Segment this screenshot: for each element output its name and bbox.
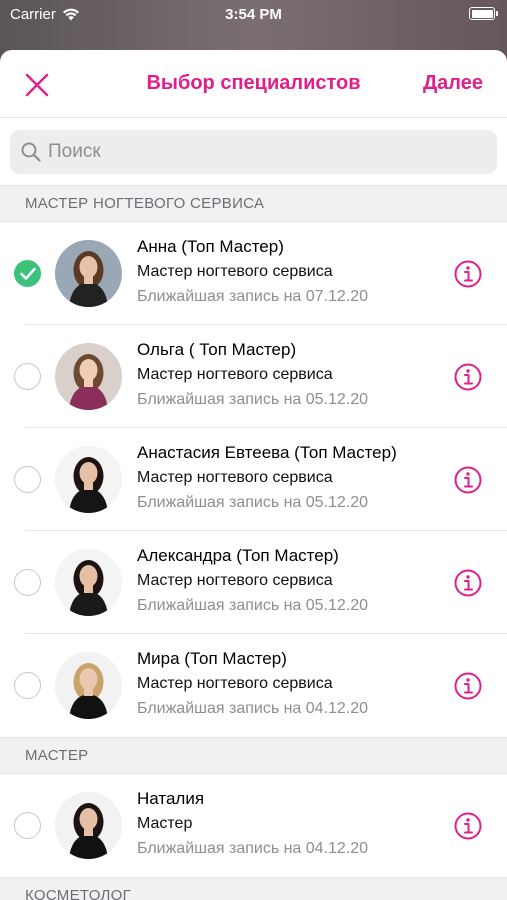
search-bar	[0, 118, 507, 185]
specialist-info: Ольга ( Топ Мастер) Мастер ногтевого серв…	[137, 339, 368, 411]
specialist-info: Наталия Мастер Ближайшая запись на 04.12.2…	[137, 788, 368, 860]
section-header: КОСМЕТОЛОГ	[0, 877, 507, 900]
specialist-row[interactable]: Анна (Топ Мастер) Мастер ногтевого сервис…	[0, 222, 507, 325]
info-icon	[454, 260, 482, 288]
battery-icon	[469, 7, 498, 20]
avatar	[55, 446, 122, 513]
next-appointment: Ближайшая запись на 04.12.20	[137, 700, 369, 717]
info-icon	[454, 466, 482, 494]
info-button[interactable]	[453, 465, 483, 495]
radio-unselected[interactable]	[14, 363, 41, 390]
info-button[interactable]	[453, 671, 483, 701]
next-appointment: Ближайшая запись на 05.12.20	[137, 494, 369, 511]
radio-unselected[interactable]	[14, 466, 41, 493]
specialist-name: Анна (Топ Мастер)	[137, 237, 284, 256]
specialist-row[interactable]: Мира (Топ Мастер) Мастер ногтевого сервис…	[0, 634, 507, 737]
radio-unselected[interactable]	[14, 569, 41, 596]
specialist-row[interactable]: Александра (Топ Мастер) Мастер ногтевого …	[0, 531, 507, 634]
avatar	[55, 343, 122, 410]
info-icon	[454, 569, 482, 597]
specialist-role: Мастер ногтевого сервиса	[137, 366, 333, 383]
specialist-role: Мастер ногтевого сервиса	[137, 263, 333, 280]
avatar	[55, 652, 122, 719]
info-button[interactable]	[453, 259, 483, 289]
next-appointment: Ближайшая запись на 04.12.20	[137, 840, 369, 857]
avatar	[55, 549, 122, 616]
specialist-info: Анна (Топ Мастер) Мастер ногтевого сервис…	[137, 236, 368, 308]
navigation-bar: Выбор специалистов Далее	[0, 50, 507, 118]
status-bar: Carrier 3:54 PM	[0, 0, 507, 30]
specialist-role: Мастер ногтевого сервиса	[137, 572, 333, 589]
status-time: 3:54 PM	[225, 6, 282, 23]
section-group: Наталия Мастер Ближайшая запись на 04.12.2…	[0, 774, 507, 877]
avatar	[55, 792, 122, 859]
specialist-info: Анастасия Евтеева (Топ Мастер) Мастер ног…	[137, 442, 397, 514]
specialist-name: Ольга ( Топ Мастер)	[137, 340, 297, 359]
next-appointment: Ближайшая запись на 07.12.20	[137, 288, 369, 305]
checkmark-icon	[20, 267, 36, 280]
next-appointment: Ближайшая запись на 05.12.20	[137, 391, 369, 408]
section-header: МАСТЕР НОГТЕВОГО СЕРВИСА	[0, 185, 507, 222]
checkmark-selected[interactable]	[14, 260, 41, 287]
section-header: МАСТЕР	[0, 737, 507, 774]
specialist-role: Мастер ногтевого сервиса	[137, 675, 333, 692]
info-button[interactable]	[453, 568, 483, 598]
specialist-role: Мастер ногтевого сервиса	[137, 469, 333, 486]
info-button[interactable]	[453, 811, 483, 841]
specialist-name: Наталия	[137, 789, 205, 808]
radio-unselected[interactable]	[14, 672, 41, 699]
specialist-name: Анастасия Евтеева (Топ Мастер)	[137, 443, 397, 462]
avatar	[55, 240, 122, 307]
info-button[interactable]	[453, 362, 483, 392]
section-group: Анна (Топ Мастер) Мастер ногтевого сервис…	[0, 222, 507, 737]
next-button[interactable]: Далее	[423, 72, 483, 95]
specialist-info: Александра (Топ Мастер) Мастер ногтевого …	[137, 545, 368, 617]
info-icon	[454, 363, 482, 391]
specialist-name: Александра (Топ Мастер)	[137, 546, 339, 565]
specialist-list: МАСТЕР НОГТЕВОГО СЕРВИСА Анна (Топ Мастер…	[0, 185, 507, 900]
specialist-row[interactable]: Наталия Мастер Ближайшая запись на 04.12.2…	[0, 774, 507, 877]
search-icon	[21, 142, 41, 162]
specialist-info: Мира (Топ Мастер) Мастер ногтевого сервис…	[137, 648, 368, 720]
search-field[interactable]	[10, 130, 497, 174]
specialist-picker-sheet: Выбор специалистов Далее МАСТЕР НОГТЕВОГ…	[0, 50, 507, 900]
specialist-row[interactable]: Анастасия Евтеева (Топ Мастер) Мастер ног…	[0, 428, 507, 531]
radio-unselected[interactable]	[14, 812, 41, 839]
specialist-role: Мастер	[137, 815, 193, 832]
info-icon	[454, 672, 482, 700]
specialist-row[interactable]: Ольга ( Топ Мастер) Мастер ногтевого серв…	[0, 325, 507, 428]
next-appointment: Ближайшая запись на 05.12.20	[137, 597, 369, 614]
info-icon	[454, 812, 482, 840]
search-input[interactable]	[48, 141, 468, 163]
specialist-name: Мира (Топ Мастер)	[137, 649, 287, 668]
